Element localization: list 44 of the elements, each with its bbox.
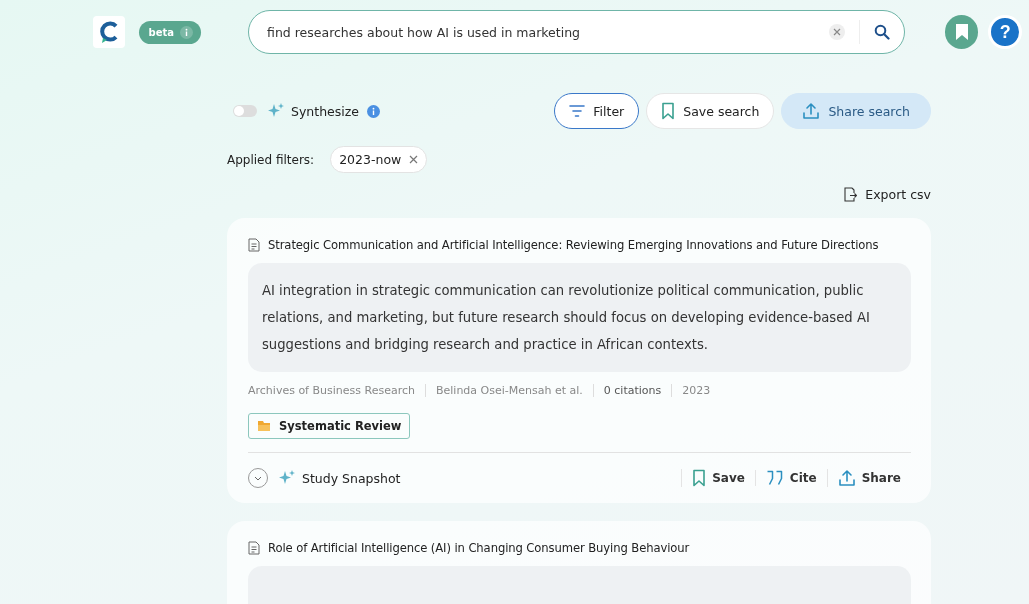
upload-icon [837,469,856,487]
search-bar[interactable]: find researches about how AI is used in marketing [248,10,905,54]
result-title[interactable]: Role of Artificial Intelligence (AI) in Changing Consumer Buying Behaviour [268,541,690,555]
export-icon [844,187,858,202]
document-icon [248,238,260,252]
chevron-icon [254,475,262,481]
save-button[interactable]: Save search [646,93,775,129]
clear-button[interactable] [828,24,845,40]
filter-icon [569,105,586,117]
synthesize-label: Synthesize [291,103,359,119]
help-button[interactable]: ? [988,15,1022,49]
share-button[interactable]: Share search [781,93,931,129]
search-field[interactable]: find researches about how AI is used in marketing [265,23,829,41]
close-icon[interactable] [409,155,419,164]
meta-text: Archives of Business Research [248,384,416,397]
bookmark-icon [692,469,707,487]
folder-icon [257,420,271,432]
meta-text: 0 citations [592,384,672,397]
meta-text: Belinda Osei-Mensah et al. [424,384,593,397]
share-button[interactable]: Share [826,469,911,487]
filter-chip[interactable]: 2023-now [330,146,428,173]
search-icon[interactable] [873,24,890,40]
info-icon [367,104,380,118]
study-type-tag: Systematic Review [248,413,411,439]
chip-label: 2023-now [339,152,402,167]
bookmark-icon [661,102,676,120]
applied-filters-label: Applied filters: [227,152,315,167]
upload-icon [802,102,821,120]
result-title[interactable]: Strategic Communication and Artificial Intelligence: Reviewing Emerging Innovations and Future Directions [268,238,879,252]
quote-icon [765,470,784,486]
export-button[interactable]: Export csv [844,187,931,202]
synthesize-toggle[interactable] [233,105,257,117]
close-icon [832,28,841,36]
meta-text: 2023 [671,384,721,397]
bookmark-icon [954,23,969,41]
document-icon [248,541,260,555]
filter-button[interactable]: Filter [554,93,640,129]
summary-box: AI integration in strategic communication can revolutionize political communication, public relations, and marketing, but future research should focus on developing evidence-based AI suggestions and bridging research and practice in African contexts. [248,263,911,372]
cite-button[interactable]: Cite [754,470,827,486]
info-icon [180,25,193,39]
save-button[interactable]: Save [681,469,755,487]
logo-icon[interactable] [93,16,125,48]
bookmarks-button[interactable] [944,15,979,49]
study-snapshot-label[interactable]: Study Snapshot [302,470,401,486]
